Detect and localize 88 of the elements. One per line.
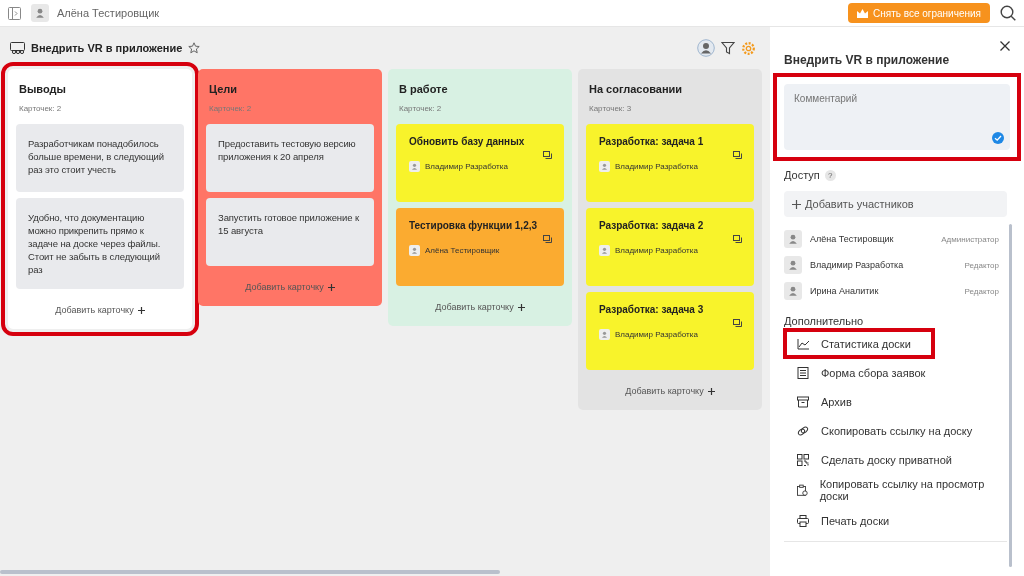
avatar bbox=[599, 329, 610, 340]
menu-item[interactable]: Печать доски bbox=[784, 506, 1007, 535]
avatar-icon[interactable] bbox=[697, 39, 715, 57]
avatar bbox=[599, 245, 610, 256]
task-title: Разработка: задача 1 bbox=[599, 136, 705, 147]
comments-icon bbox=[733, 319, 742, 327]
menu-item[interactable]: Архив bbox=[784, 387, 1007, 416]
card-count: Карточек: 3 bbox=[589, 104, 633, 113]
search-icon[interactable] bbox=[1000, 5, 1016, 21]
menu-item[interactable]: Сделать доску приватной bbox=[784, 445, 1007, 474]
column-title: В работе bbox=[399, 83, 449, 95]
member-role: Редактор bbox=[964, 260, 999, 270]
avatar bbox=[31, 4, 49, 22]
member-name: Ирина Аналитик bbox=[810, 286, 880, 296]
task-title: Разработка: задача 2 bbox=[599, 220, 705, 231]
add-card-button[interactable]: Добавить карточку bbox=[435, 302, 525, 312]
task-title: Обновить базу данных bbox=[409, 136, 526, 147]
grid-icon bbox=[797, 453, 809, 466]
task-card[interactable]: Разработка: задача 2 Владимир Разработка bbox=[586, 208, 754, 286]
check-icon[interactable] bbox=[992, 132, 1004, 144]
assignee-name: Владимир Разработка bbox=[615, 330, 698, 339]
plus-icon bbox=[517, 303, 525, 311]
board-icon bbox=[10, 41, 25, 55]
plus-icon bbox=[137, 306, 145, 314]
column-title: Выводы bbox=[19, 83, 67, 95]
task-title: Разработка: задача 3 bbox=[599, 304, 705, 315]
avatar bbox=[784, 230, 802, 248]
card-count: Карточек: 2 bbox=[19, 104, 63, 113]
printer-icon bbox=[797, 514, 809, 527]
avatar bbox=[784, 256, 802, 274]
assignee-name: Владимир Разработка bbox=[615, 162, 698, 171]
comments-icon bbox=[733, 235, 742, 243]
sidebar-toggle-icon[interactable] bbox=[8, 6, 21, 20]
plus-icon bbox=[707, 387, 715, 395]
column-title: На согласовании bbox=[589, 83, 684, 95]
user-name: Алёна Тестировщик bbox=[57, 7, 160, 19]
card-count: Карточек: 2 bbox=[399, 104, 443, 113]
menu-item[interactable]: Статистика доски bbox=[784, 329, 934, 358]
clipboard-icon bbox=[797, 484, 808, 496]
task-card[interactable]: Разработка: задача 1 Владимир Разработка bbox=[586, 124, 754, 202]
add-participants-button[interactable]: Добавить участников bbox=[784, 191, 1007, 217]
board-title: Внедрить VR в приложение bbox=[31, 42, 183, 54]
archive-icon bbox=[797, 395, 809, 408]
section-title: Доступ bbox=[784, 169, 820, 181]
form-icon bbox=[797, 366, 809, 379]
add-card-button[interactable]: Добавить карточку bbox=[625, 386, 715, 396]
note-card[interactable]: Разработчикам понадобилось больше времени, в следующий раз это стоит учесть bbox=[16, 124, 184, 192]
avatar bbox=[599, 161, 610, 172]
assignee-name: Владимир Разработка bbox=[615, 246, 698, 255]
card-count: Карточек: 2 bbox=[209, 104, 253, 113]
task-card[interactable]: Обновить базу данных Владимир Разработка bbox=[396, 124, 564, 202]
assignee-name: Алёна Тестировщик bbox=[425, 246, 500, 255]
task-card[interactable]: Разработка: задача 3 Владимир Разработка bbox=[586, 292, 754, 370]
note-card[interactable]: Запустить готовое приложение к 15 августа bbox=[206, 198, 374, 266]
plus-icon bbox=[327, 283, 335, 291]
member-name: Владимир Разработка bbox=[810, 260, 905, 270]
help-badge[interactable]: ? bbox=[824, 169, 836, 181]
avatar bbox=[409, 161, 420, 172]
add-card-button[interactable]: Добавить карточку bbox=[55, 305, 145, 315]
section-title: Дополнительно bbox=[784, 315, 865, 327]
member-role: Редактор bbox=[964, 286, 999, 296]
menu-item[interactable]: Скопировать ссылку на доску bbox=[784, 416, 1007, 445]
chart-icon bbox=[797, 337, 809, 350]
column-title: Цели bbox=[209, 83, 239, 95]
link-icon bbox=[797, 424, 809, 437]
scrollbar[interactable] bbox=[1009, 224, 1012, 567]
comments-icon bbox=[543, 235, 552, 243]
close-icon[interactable] bbox=[1000, 41, 1010, 51]
panel-title: Внедрить VR в приложение bbox=[784, 53, 951, 67]
crown-icon bbox=[857, 8, 868, 18]
member-role: Администратор bbox=[941, 234, 999, 244]
menu-item[interactable]: Копировать ссылку на просмотр доски bbox=[784, 474, 1007, 506]
avatar bbox=[409, 245, 420, 256]
star-icon[interactable] bbox=[188, 42, 201, 54]
note-card[interactable]: Удобно, что документацию можно прикрепить прямо к задаче на доске через файлы. Стоит не забыть в следующий раз bbox=[16, 198, 184, 289]
task-card[interactable]: Тестировка функции 1,2,3 Алёна Тестировщик bbox=[396, 208, 564, 286]
task-title: Тестировка функции 1,2,3 bbox=[409, 220, 539, 231]
comments-icon bbox=[733, 151, 742, 159]
comments-icon bbox=[543, 151, 552, 159]
note-card[interactable]: Предоставить тестовую версию приложения к 20 апреля bbox=[206, 124, 374, 192]
menu-item[interactable]: Форма сбора заявок bbox=[784, 358, 1007, 387]
member-name: Алёна Тестировщик bbox=[810, 234, 895, 244]
assignee-name: Владимир Разработка bbox=[425, 162, 508, 171]
scrollbar[interactable] bbox=[0, 570, 500, 574]
filter-icon[interactable] bbox=[721, 41, 735, 55]
comment-field[interactable]: Комментарий bbox=[784, 84, 1010, 150]
avatar bbox=[784, 282, 802, 300]
plus-icon bbox=[792, 199, 801, 209]
